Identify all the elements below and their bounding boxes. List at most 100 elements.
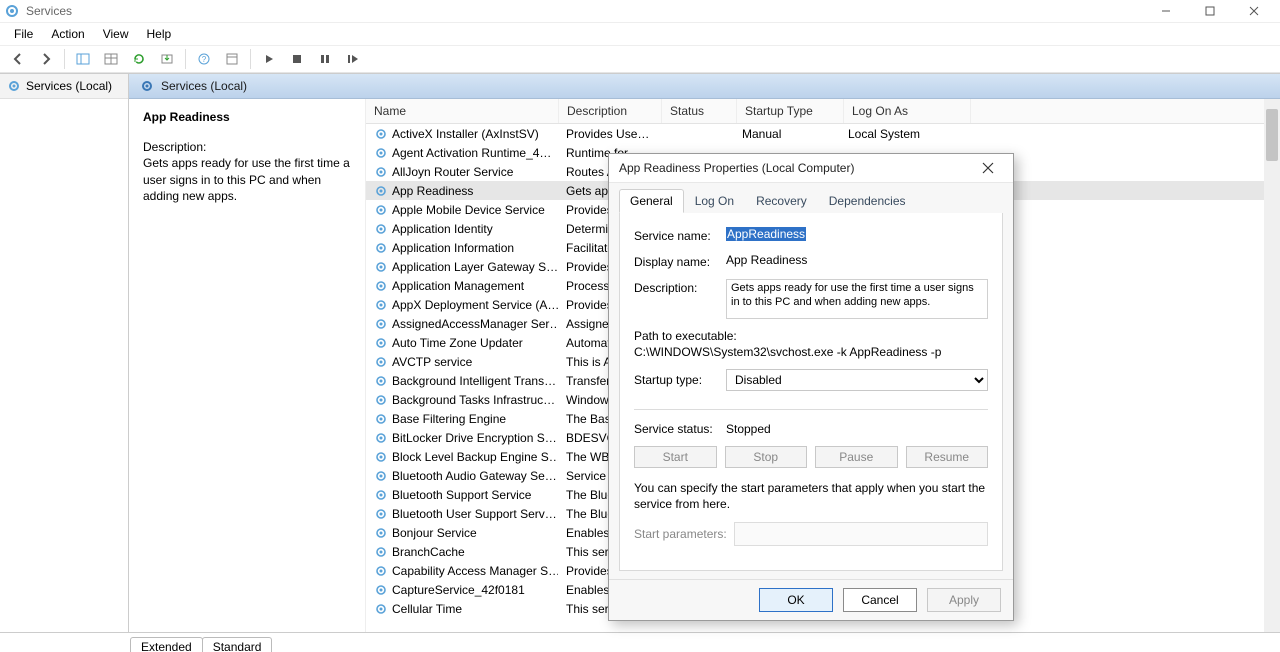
column-header-name[interactable]: Name [366, 99, 559, 123]
cell-name: Capability Access Manager S… [366, 564, 558, 578]
stop-button[interactable]: Stop [725, 446, 808, 468]
separator [64, 49, 65, 69]
cell-name: Bluetooth Support Service [366, 488, 558, 502]
menu-help[interactable]: Help [139, 25, 180, 43]
label-description: Description: [634, 279, 726, 295]
label-display-name: Display name: [634, 253, 726, 269]
scrollbar-thumb[interactable] [1266, 109, 1278, 161]
cell-name: AllJoyn Router Service [366, 165, 558, 179]
dialog-titlebar[interactable]: App Readiness Properties (Local Computer… [609, 154, 1013, 183]
separator [250, 49, 251, 69]
detail-description-label: Description: [143, 139, 351, 155]
separator [185, 49, 186, 69]
gear-icon [6, 78, 22, 94]
restart-service-button[interactable] [341, 47, 365, 71]
tab-standard[interactable]: Standard [202, 637, 273, 652]
tab-extended[interactable]: Extended [130, 637, 203, 652]
value-path: C:\WINDOWS\System32\svchost.exe -k AppRe… [634, 345, 988, 359]
detail-panel: App Readiness Description: Gets apps rea… [129, 99, 365, 632]
content-header-title: Services (Local) [161, 79, 247, 93]
cell-name: BitLocker Drive Encryption S… [366, 431, 558, 445]
svg-text:?: ? [202, 55, 207, 64]
detail-description-text: Gets apps ready for use the first time a… [143, 155, 351, 204]
selected-service-title: App Readiness [143, 109, 351, 125]
export-button[interactable] [155, 47, 179, 71]
refresh-button[interactable] [127, 47, 151, 71]
bottom-tabs: Extended Standard [0, 632, 1280, 652]
label-path: Path to executable: [634, 329, 988, 343]
tree-node-label: Services (Local) [26, 79, 112, 93]
value-display-name: App Readiness [726, 253, 988, 267]
resume-button[interactable]: Resume [906, 446, 989, 468]
column-header-startup[interactable]: Startup Type [737, 99, 844, 123]
apply-button[interactable]: Apply [927, 588, 1001, 612]
maximize-button[interactable] [1188, 0, 1232, 22]
cell-name: Background Intelligent Trans… [366, 374, 558, 388]
forward-button[interactable] [34, 47, 58, 71]
pause-button[interactable]: Pause [815, 446, 898, 468]
divider [634, 409, 988, 410]
back-button[interactable] [6, 47, 30, 71]
dialog-footer: OK Cancel Apply [609, 579, 1013, 620]
properties-dialog: App Readiness Properties (Local Computer… [608, 153, 1014, 621]
menu-file[interactable]: File [6, 25, 41, 43]
value-service-name[interactable]: AppReadiness [726, 227, 806, 241]
dialog-close-button[interactable] [973, 156, 1003, 180]
cell-name: Application Layer Gateway S… [366, 260, 558, 274]
service-row[interactable]: ActiveX Installer (AxInstSV)Provides Use… [366, 124, 1280, 143]
column-header-logon[interactable]: Log On As [844, 99, 971, 123]
menu-view[interactable]: View [95, 25, 137, 43]
label-start-parameters: Start parameters: [634, 527, 734, 541]
cell-name: Application Identity [366, 222, 558, 236]
tree-node-services-local[interactable]: Services (Local) [0, 74, 128, 99]
gear-icon [139, 78, 155, 94]
start-button[interactable]: Start [634, 446, 717, 468]
cell-name: AssignedAccessManager Ser… [366, 317, 558, 331]
cell-name: Auto Time Zone Updater [366, 336, 558, 350]
cell-name: AppX Deployment Service (A… [366, 298, 558, 312]
properties-button[interactable] [220, 47, 244, 71]
start-parameters-input[interactable] [734, 522, 988, 546]
cell-name: Background Tasks Infrastruc… [366, 393, 558, 407]
startup-type-select[interactable]: Disabled [726, 369, 988, 391]
window-title: Services [26, 4, 72, 18]
label-service-status: Service status: [634, 422, 726, 436]
minimize-button[interactable] [1144, 0, 1188, 22]
dialog-tabs: General Log On Recovery Dependencies [609, 183, 1013, 213]
services-icon [4, 3, 20, 19]
help-button[interactable]: ? [192, 47, 216, 71]
start-service-button[interactable] [257, 47, 281, 71]
dialog-tab-general[interactable]: General [619, 189, 684, 213]
cell-logon: Local System [840, 127, 966, 141]
title-bar: Services [0, 0, 1280, 23]
cell-description: Provides Use… [558, 127, 660, 141]
pause-service-button[interactable] [313, 47, 337, 71]
content-header: Services (Local) [129, 74, 1280, 99]
cell-name: Bonjour Service [366, 526, 558, 540]
cancel-button[interactable]: Cancel [843, 588, 917, 612]
column-header-description[interactable]: Description [559, 99, 662, 123]
value-service-status: Stopped [726, 422, 771, 436]
cell-name: Bluetooth User Support Serv… [366, 507, 558, 521]
value-description[interactable]: Gets apps ready for use the first time a… [726, 279, 988, 319]
dialog-title: App Readiness Properties (Local Computer… [619, 161, 973, 175]
menu-action[interactable]: Action [43, 25, 92, 43]
dialog-body: Service name: AppReadiness Display name:… [619, 213, 1003, 571]
dialog-tab-dependencies[interactable]: Dependencies [818, 189, 917, 213]
show-hide-tree-button[interactable] [71, 47, 95, 71]
properties-grid-button[interactable] [99, 47, 123, 71]
cell-name: Application Management [366, 279, 558, 293]
start-params-hint: You can specify the start parameters tha… [634, 480, 988, 512]
dialog-tab-recovery[interactable]: Recovery [745, 189, 818, 213]
cell-name: AVCTP service [366, 355, 558, 369]
menu-bar: File Action View Help [0, 23, 1280, 46]
label-startup-type: Startup type: [634, 373, 726, 387]
ok-button[interactable]: OK [759, 588, 833, 612]
cell-name: Bluetooth Audio Gateway Se… [366, 469, 558, 483]
label-service-name: Service name: [634, 227, 726, 243]
close-button[interactable] [1232, 0, 1276, 22]
column-header-status[interactable]: Status [662, 99, 737, 123]
scrollbar[interactable] [1264, 99, 1280, 632]
dialog-tab-logon[interactable]: Log On [684, 189, 745, 213]
stop-service-button[interactable] [285, 47, 309, 71]
